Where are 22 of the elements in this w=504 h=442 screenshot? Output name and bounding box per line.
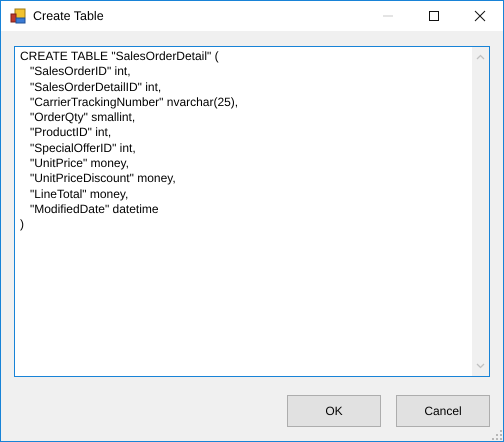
code-line: CREATE TABLE "SalesOrderDetail" ( [20, 49, 220, 64]
code-line: "ModifiedDate" datetime [29, 202, 160, 218]
code-line: "SalesOrderDetailID" int, [29, 80, 162, 95]
code-line: "UnitPriceDiscount" money, [29, 171, 177, 187]
code-line: "OrderQty" smallint, [29, 110, 136, 126]
maximize-icon[interactable] [428, 10, 440, 22]
code-line: "SpecialOfferID" int, [29, 140, 137, 156]
code-line: "LineTotal" money, [29, 186, 130, 202]
close-icon[interactable] [474, 10, 486, 22]
window-title: Create Table [33, 9, 105, 23]
scroll-up-icon[interactable] [476, 54, 485, 60]
sql-text-area[interactable] [14, 46, 490, 377]
code-line: "CarrierTrackingNumber" nvarchar(25), [29, 94, 240, 110]
ok-button[interactable]: OK [287, 395, 381, 427]
resize-grip-icon[interactable] [492, 430, 502, 440]
code-line: ) [20, 217, 25, 233]
code-line: "UnitPrice" money, [29, 156, 130, 172]
cancel-button[interactable]: Cancel [396, 395, 490, 427]
code-line: "ProductID" int, [29, 125, 112, 141]
code-line: "SalesOrderID" int, [29, 64, 132, 80]
scrollbar[interactable] [472, 47, 489, 376]
scroll-down-icon[interactable] [476, 363, 485, 369]
